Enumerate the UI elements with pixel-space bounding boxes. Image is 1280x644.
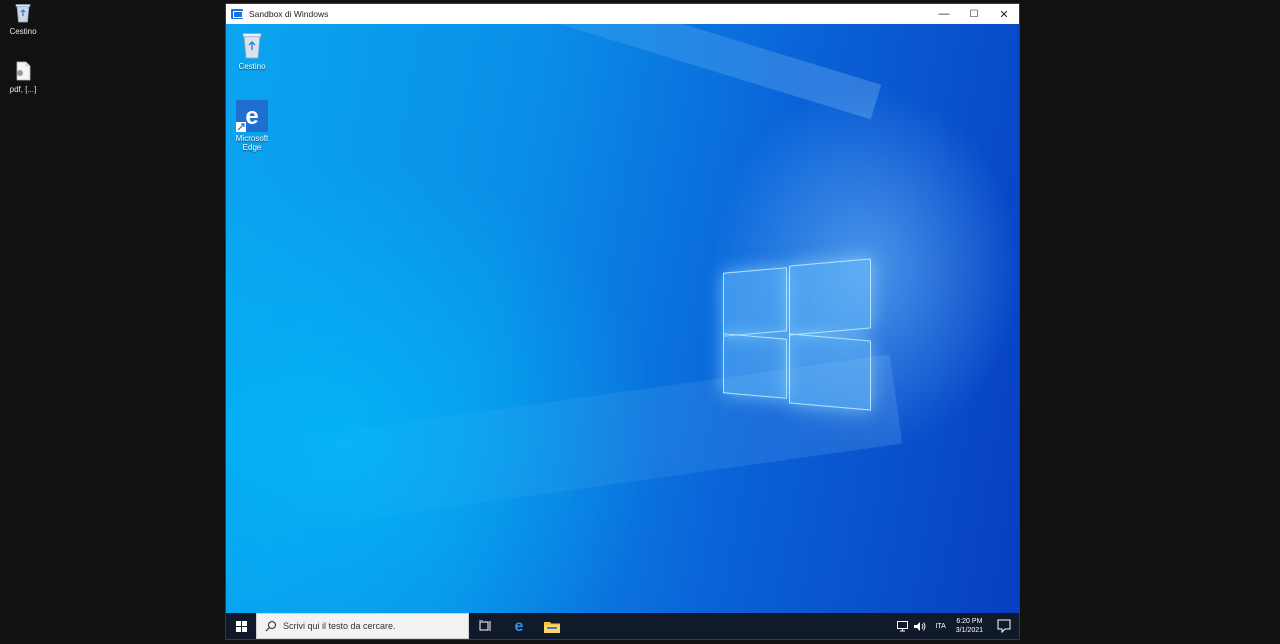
- sandbox-window: Sandbox di Windows — ☐ ✕ Cestino e Micro…: [225, 3, 1020, 640]
- task-view-button[interactable]: [469, 613, 502, 639]
- network-icon[interactable]: [897, 620, 909, 632]
- svg-text:e: e: [514, 618, 523, 634]
- light-beam-top: [296, 24, 882, 120]
- host-recycle-bin-shortcut[interactable]: Cestino: [0, 2, 46, 36]
- window-titlebar[interactable]: Sandbox di Windows — ☐ ✕: [226, 4, 1019, 24]
- microsoft-edge-shortcut[interactable]: e Microsoft Edge: [228, 100, 276, 152]
- sandbox-recycle-bin-shortcut[interactable]: Cestino: [228, 30, 276, 71]
- taskbar: Scrivi qui il testo da cercare. e ITA 6:…: [226, 613, 1019, 639]
- logo-pane-bottom-left: [723, 333, 787, 399]
- sandbox-app-icon: [231, 9, 243, 19]
- maximize-button[interactable]: ☐: [959, 4, 989, 24]
- sandbox-recycle-bin-label: Cestino: [238, 62, 266, 71]
- close-button[interactable]: ✕: [989, 4, 1019, 24]
- clock[interactable]: 6:20 PM 3/1/2021: [956, 617, 983, 635]
- clock-date: 3/1/2021: [955, 627, 983, 634]
- search-placeholder: Scrivi qui il testo da cercare.: [283, 621, 396, 631]
- host-pdf-shortcut[interactable]: pdf, [...]: [0, 60, 46, 94]
- start-button[interactable]: [226, 613, 256, 639]
- document-icon: [16, 61, 31, 81]
- windows-start-icon: [235, 620, 247, 632]
- system-tray: ITA 6:20 PM 3/1/2021: [897, 613, 1019, 639]
- logo-pane-top-left: [723, 267, 787, 337]
- language-indicator[interactable]: ITA: [935, 623, 945, 630]
- recycle-bin-icon: [15, 4, 31, 23]
- edge-icon: e: [514, 618, 523, 634]
- file-explorer-button[interactable]: [535, 613, 568, 639]
- recycle-bin-icon: [242, 33, 262, 59]
- search-icon: [265, 620, 277, 632]
- clock-time: 6:20 PM: [956, 618, 983, 625]
- notification-icon[interactable]: [997, 619, 1011, 633]
- microsoft-edge-label: Microsoft Edge: [235, 134, 269, 152]
- svg-text:e: e: [245, 103, 258, 130]
- desktop-wallpaper: Cestino e Microsoft Edge: [226, 24, 1019, 613]
- edge-taskbar-button[interactable]: e: [502, 613, 535, 639]
- minimize-button[interactable]: —: [929, 4, 959, 24]
- edge-icon: e: [236, 100, 268, 132]
- host-recycle-bin-label: Cestino: [9, 27, 37, 36]
- search-input[interactable]: Scrivi qui il testo da cercare.: [256, 613, 469, 639]
- logo-pane-bottom-right: [789, 333, 871, 411]
- task-view-icon: [479, 620, 491, 631]
- folder-icon: [543, 621, 560, 633]
- window-title: Sandbox di Windows: [249, 9, 329, 19]
- host-pdf-label: pdf, [...]: [9, 85, 37, 94]
- logo-pane-top-right: [789, 258, 871, 336]
- volume-icon[interactable]: [914, 621, 926, 632]
